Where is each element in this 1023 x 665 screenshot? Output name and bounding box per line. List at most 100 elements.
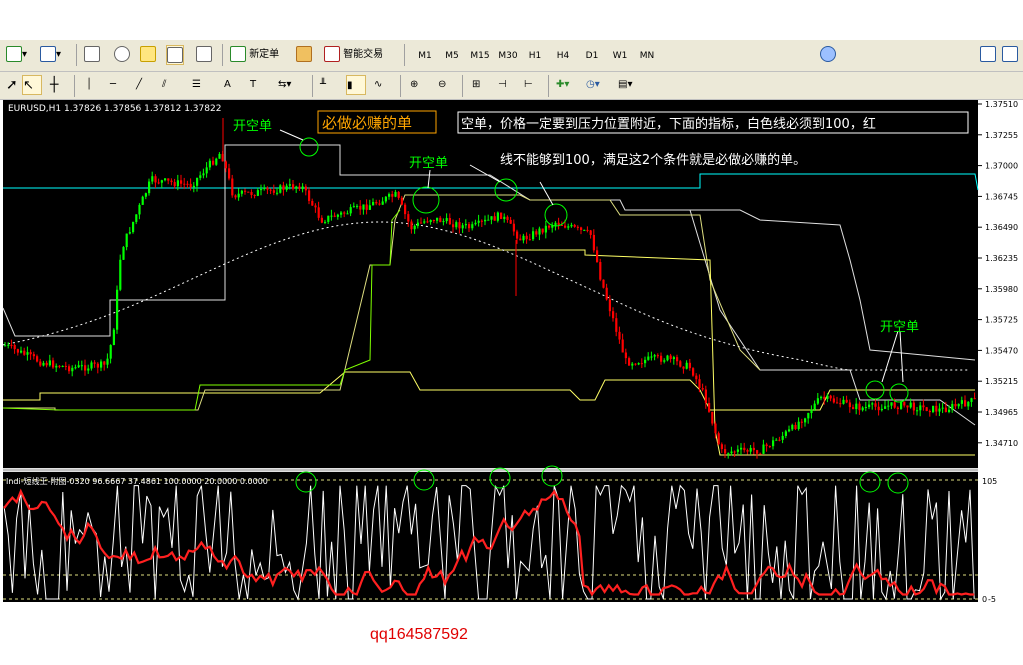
- candle-body: [266, 187, 269, 190]
- horizontal-line-button[interactable]: ─: [110, 75, 116, 95]
- price-tick-label: 1.34710: [985, 439, 1018, 448]
- candle-body: [359, 205, 362, 210]
- label-button[interactable]: T: [250, 75, 256, 95]
- timeframe-m5[interactable]: M5: [437, 46, 467, 66]
- annotation-open-short-1: 开空单: [233, 119, 272, 134]
- trendline-button[interactable]: ╱: [136, 75, 142, 95]
- bar-chart-button[interactable]: ╨: [320, 75, 326, 95]
- auto-trading-button[interactable]: 智能交易: [324, 45, 383, 65]
- community-button[interactable]: [820, 45, 836, 65]
- candle-body: [256, 190, 259, 196]
- candle-body: [656, 355, 659, 357]
- candle-body: [340, 212, 343, 215]
- market-watch-button[interactable]: [84, 45, 100, 65]
- zoom-in-button[interactable]: ⊕: [410, 75, 418, 95]
- vertical-line-button[interactable]: │: [86, 75, 92, 95]
- price-tick-label: 1.37255: [985, 131, 1018, 140]
- candle-chart-button[interactable]: ▮: [346, 75, 366, 95]
- candle-body: [896, 407, 899, 409]
- tile-windows-button[interactable]: ⊞: [472, 75, 480, 95]
- zoom-in-icon: ⊕: [410, 79, 419, 90]
- candle-body: [554, 222, 557, 226]
- chart-shift-button[interactable]: ⊣: [498, 75, 507, 95]
- line-chart-button[interactable]: ∿: [374, 75, 382, 95]
- timeframe-d1[interactable]: D1: [577, 46, 607, 66]
- text-button[interactable]: A: [224, 75, 231, 95]
- timeframe-h1[interactable]: H1: [520, 46, 550, 66]
- candle-body: [276, 192, 279, 194]
- candle-body: [845, 399, 848, 403]
- search-icon: [980, 46, 996, 62]
- crosshair-target-icon: [114, 46, 130, 62]
- help-button[interactable]: [1002, 45, 1018, 65]
- candle-body: [784, 431, 787, 436]
- periods-button[interactable]: ◷▾: [586, 75, 600, 95]
- candle-body: [116, 289, 119, 330]
- cursor-button[interactable]: ➚: [6, 75, 18, 95]
- timeframe-m1[interactable]: M1: [410, 46, 440, 66]
- candle-body: [442, 221, 445, 223]
- autoscroll-button[interactable]: ⊢: [524, 75, 533, 95]
- channel-button[interactable]: ⫽: [162, 75, 166, 95]
- candle-body: [420, 222, 423, 224]
- auto-trading-label: 智能交易: [343, 49, 384, 60]
- candle-body: [512, 223, 515, 232]
- candle-body: [596, 250, 599, 263]
- zoom-out-button[interactable]: ⊖: [438, 75, 446, 95]
- pointer-button[interactable]: ↖: [22, 75, 42, 95]
- crosshair-button[interactable]: ┼: [50, 75, 58, 95]
- templates-button[interactable]: ▤▾: [618, 75, 632, 95]
- candle-body: [199, 175, 202, 178]
- new-order-button[interactable]: 新定单: [230, 45, 279, 65]
- indicators-button[interactable]: ✚▾: [556, 75, 569, 95]
- candle-body: [580, 227, 583, 231]
- candle-body: [967, 401, 970, 407]
- candle-body: [848, 402, 851, 408]
- timeframe-w1[interactable]: W1: [605, 46, 635, 66]
- candle-body: [314, 205, 317, 208]
- candle-body: [951, 403, 954, 410]
- toolbar-divider: [400, 75, 401, 97]
- candle-body: [135, 214, 138, 222]
- search-button[interactable]: [980, 45, 996, 65]
- candle-body: [388, 194, 391, 197]
- candle-body: [301, 186, 304, 189]
- timeframe-m15[interactable]: M15: [465, 46, 495, 66]
- timeframe-mn[interactable]: MN: [632, 46, 662, 66]
- candle-body: [128, 232, 131, 234]
- candle-body: [103, 361, 106, 365]
- candle-body: [16, 349, 19, 353]
- candle-body: [317, 207, 320, 218]
- price-chart[interactable]: 1.37510 1.37255 1.37000 1.36745 1.36490 1.362…: [0, 100, 1023, 606]
- arrows-button[interactable]: ⇆▾: [278, 75, 291, 95]
- symbol-header: EURUSD,H1 1.37826 1.37856 1.37812 1.3782…: [8, 104, 221, 114]
- candle-body: [916, 410, 919, 412]
- favorites-button[interactable]: [140, 45, 156, 65]
- tester-button[interactable]: [196, 45, 212, 65]
- candle-body: [813, 403, 816, 410]
- candle-body: [29, 352, 32, 355]
- profiles-button[interactable]: ▾: [40, 45, 61, 65]
- price-tick-label: 1.36235: [985, 254, 1018, 263]
- timeframe-h4[interactable]: H4: [548, 46, 578, 66]
- candle-body: [877, 406, 880, 411]
- fibonacci-icon: ☰: [192, 79, 201, 90]
- candle-body: [125, 233, 128, 248]
- navigator-button[interactable]: [114, 45, 130, 65]
- candle-body: [608, 299, 611, 312]
- candle-body: [832, 398, 835, 403]
- candle-body: [864, 407, 867, 409]
- terminal-button[interactable]: [166, 45, 184, 65]
- meta-editor-button[interactable]: [296, 45, 312, 65]
- timeframe-m30[interactable]: M30: [493, 46, 523, 66]
- new-chart-button[interactable]: ▾: [6, 45, 27, 65]
- candle-body: [455, 222, 458, 228]
- candle-body: [205, 167, 208, 174]
- candle-body: [263, 187, 266, 190]
- candle-body: [39, 361, 42, 366]
- candle-body: [903, 401, 906, 406]
- candle-body: [720, 444, 723, 450]
- crosshair-icon: ┼: [50, 77, 59, 93]
- fibonacci-button[interactable]: ☰: [192, 75, 201, 95]
- candle-body: [356, 205, 359, 207]
